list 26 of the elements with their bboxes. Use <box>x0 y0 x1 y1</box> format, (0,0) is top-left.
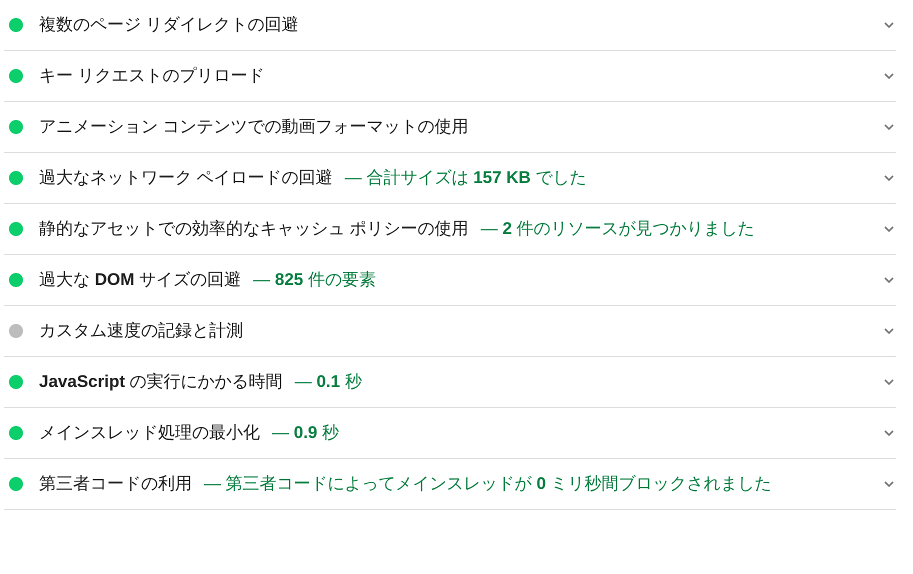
audit-row[interactable]: 静的なアセットでの効率的なキャッシュ ポリシーの使用 — 2 件のリソースが見つかりました <box>4 204 896 255</box>
audit-row[interactable]: キー リクエストのプリロード <box>4 51 896 102</box>
audit-title: メインスレッド処理の最小化 <box>39 423 260 442</box>
audit-title: 静的なアセットでの効率的なキャッシュ ポリシーの使用 <box>39 219 469 238</box>
audit-row[interactable]: 複数のページ リダイレクトの回避 <box>4 0 896 51</box>
audit-row[interactable]: アニメーション コンテンツでの動画フォーマットの使用 <box>4 102 896 153</box>
audit-result: — 825 件の要素 <box>253 270 376 289</box>
audit-row[interactable]: JavaScript の実行にかかる時間 — 0.1 秒 <box>4 357 896 408</box>
audit-row[interactable]: 過大な DOM サイズの回避 — 825 件の要素 <box>4 255 896 306</box>
audit-title: 過大なネットワーク ペイロードの回避 <box>39 168 333 187</box>
audit-title: アニメーション コンテンツでの動画フォーマットの使用 <box>39 117 469 136</box>
audit-result: — 第三者コードによってメインスレッドが 0 ミリ秒間ブロックされました <box>204 474 772 493</box>
audit-title: JavaScript の実行にかかる時間 <box>39 372 283 391</box>
audit-title: 複数のページ リダイレクトの回避 <box>39 15 299 34</box>
audit-result: — 2 件のリソースが見つかりました <box>480 219 755 238</box>
audit-title: カスタム速度の記録と計測 <box>39 321 243 340</box>
audit-result: — 0.1 秒 <box>294 372 362 391</box>
audit-title: キー リクエストのプリロード <box>39 66 265 85</box>
audit-title: 過大な DOM サイズの回避 <box>39 270 242 289</box>
audit-result: — 合計サイズは 157 KB でした <box>344 168 587 187</box>
audit-row[interactable]: 過大なネットワーク ペイロードの回避 — 合計サイズは 157 KB でした <box>4 153 896 204</box>
audit-row[interactable]: カスタム速度の記録と計測 <box>4 306 896 357</box>
audit-result: — 0.9 秒 <box>272 423 340 442</box>
audit-title: 第三者コードの利用 <box>39 474 192 493</box>
audit-row[interactable]: 第三者コードの利用 — 第三者コードによってメインスレッドが 0 ミリ秒間ブロックされました <box>4 459 896 510</box>
audit-row[interactable]: メインスレッド処理の最小化 — 0.9 秒 <box>4 408 896 459</box>
